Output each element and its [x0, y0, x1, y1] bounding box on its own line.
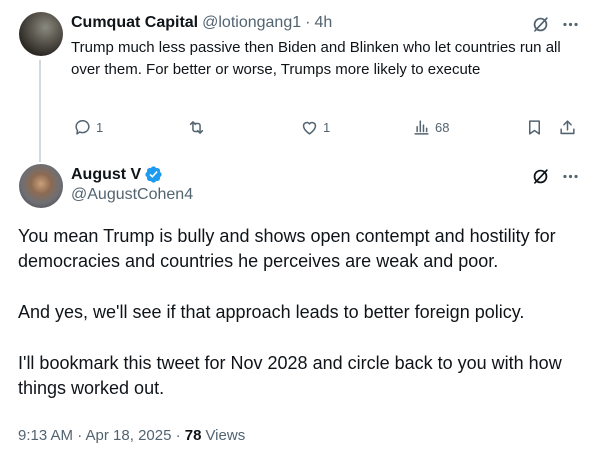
more-icon[interactable]	[558, 164, 582, 188]
more-icon[interactable]	[558, 12, 582, 36]
bookmark-icon	[528, 119, 541, 135]
bookmark-button[interactable]	[525, 116, 548, 138]
like-count: 1	[323, 119, 331, 135]
views-icon	[414, 119, 429, 135]
tweet-paragraph: I'll bookmark this tweet for Nov 2028 an…	[18, 353, 562, 398]
verified-badge-icon[interactable]	[144, 165, 163, 184]
author-name[interactable]: Cumquat Capital	[71, 14, 198, 32]
reply-tweet[interactable]: Cumquat Capital @lotiongang1 · 4h Trump …	[0, 0, 598, 162]
author-handle[interactable]: @AugustCohen4	[71, 186, 193, 208]
grok-icon[interactable]	[528, 12, 552, 36]
like-icon	[302, 121, 317, 135]
view-count: 68	[435, 119, 450, 135]
tweet-meta: 9:13 AM · Apr 18, 2025 · 78 Views	[18, 427, 245, 444]
reply-text: Trump much less passive then Biden and B…	[71, 39, 561, 78]
timestamp[interactable]: 4h	[314, 14, 332, 32]
separator: ·	[305, 14, 311, 31]
views-button[interactable]: 68	[412, 116, 449, 138]
tweet-paragraph: You mean Trump is bully and shows open c…	[18, 226, 556, 271]
timestamp[interactable]: 9:13 AM · Apr 18, 2025 ·	[18, 427, 185, 444]
avatar[interactable]	[19, 12, 63, 56]
reply-count: 1	[96, 119, 104, 135]
tweet-paragraph: And yes, we'll see if that approach lead…	[18, 302, 525, 322]
thread-line	[39, 60, 41, 162]
reply-actions: 1 1 68	[71, 116, 581, 140]
main-tweet-header: August V @AugustCohen4	[71, 164, 193, 208]
reply-header: Cumquat Capital @lotiongang1 · 4h	[71, 14, 332, 34]
main-tweet-text: You mean Trump is bully and shows open c…	[18, 224, 583, 401]
avatar[interactable]	[19, 164, 63, 208]
author-name[interactable]: August V	[71, 166, 141, 184]
reply-button[interactable]: 1	[73, 116, 103, 138]
author-handle[interactable]: @lotiongang1	[202, 14, 301, 32]
grok-icon[interactable]	[528, 164, 552, 188]
repost-button[interactable]	[187, 116, 210, 138]
views-count: 78	[184, 427, 202, 444]
reply-icon	[75, 119, 90, 135]
like-button[interactable]: 1	[300, 116, 330, 138]
repost-icon	[189, 120, 204, 134]
share-icon	[560, 119, 575, 134]
share-button[interactable]	[558, 116, 581, 138]
views-label: Views	[205, 427, 246, 444]
